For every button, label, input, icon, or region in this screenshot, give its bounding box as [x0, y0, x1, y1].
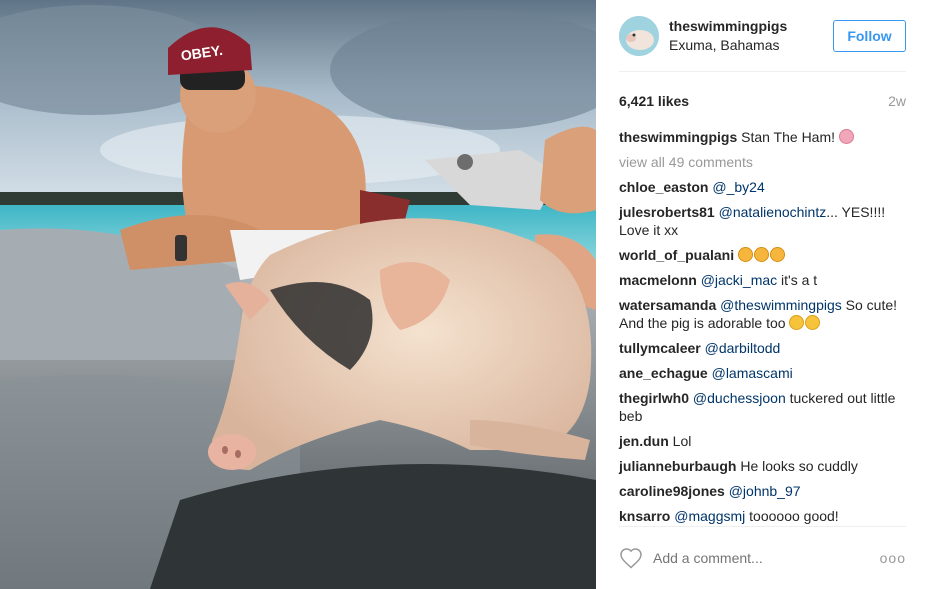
comment-user[interactable]: ane_echague [619, 365, 708, 381]
angry-face-emoji-icon [738, 247, 754, 262]
comment-user[interactable]: tullymcaleer [619, 340, 701, 356]
comment-item: macmelonn @jacki_mac it's a t [619, 271, 906, 289]
comments-list: theswimmingpigs Stan The Ham! view all 4… [619, 128, 906, 525]
comment-item: watersamanda @theswimmingpigs So cute! A… [619, 296, 906, 332]
comment-text: Lol [672, 433, 692, 449]
post-author[interactable]: theswimmingpigs [669, 17, 833, 36]
caption-author[interactable]: theswimmingpigs [619, 129, 737, 145]
comment-user[interactable]: jen.dun [619, 433, 669, 449]
comment-user[interactable]: knsarro [619, 508, 670, 524]
post-image: OBEY. [0, 0, 596, 589]
comment-text: it's a t [777, 272, 818, 288]
comment-user[interactable]: macmelonn [619, 272, 697, 288]
comment-item: julesroberts81 @natalienochintz... YES!!… [619, 203, 906, 239]
view-all-comments[interactable]: view all 49 comments [619, 153, 906, 171]
post-photo[interactable]: OBEY. [0, 0, 596, 589]
comment-item: ane_echague @lamascami [619, 364, 906, 382]
angry-face-emoji-icon [770, 247, 786, 262]
comment-mention[interactable]: @jacki_mac [701, 272, 777, 288]
pig-avatar-icon[interactable] [619, 15, 659, 56]
caption: theswimmingpigs Stan The Ham! [619, 128, 906, 146]
relieved-face-emoji-icon [789, 315, 805, 330]
comment-text: He looks so cuddly [740, 458, 858, 474]
heart-icon[interactable] [619, 547, 643, 569]
comment-mention[interactable]: @johnb_97 [729, 483, 801, 499]
comment-user[interactable]: world_of_pualani [619, 247, 734, 263]
comment-footer: ooo [619, 526, 906, 589]
comment-item: thegirlwh0 @duchessjoon tuckered out lit… [619, 389, 906, 425]
relieved-face-emoji-icon [805, 315, 821, 330]
comment-item: caroline98jones @johnb_97 [619, 482, 906, 500]
comment-item: jen.dun Lol [619, 432, 906, 450]
angry-face-emoji-icon [754, 247, 770, 262]
comment-mention[interactable]: @_by24 [712, 179, 764, 195]
caption-text: Stan The Ham! [741, 129, 839, 145]
comment-item: tullymcaleer @darbiltodd [619, 339, 906, 357]
comment-text: toooooo good! [745, 508, 839, 524]
more-options-icon[interactable]: ooo [880, 550, 906, 566]
comment-user[interactable]: julianneburbaugh [619, 458, 736, 474]
comment-item: world_of_pualani [619, 246, 906, 264]
post-header: theswimmingpigs Exuma, Bahamas Follow [619, 0, 906, 72]
comment-mention[interactable]: @lamascami [712, 365, 793, 381]
comment-user[interactable]: chloe_easton [619, 179, 708, 195]
post-time[interactable]: 2w [888, 93, 906, 109]
instagram-post: OBEY. theswimmingpigs Exuma, Bahamas Fol… [0, 0, 929, 589]
comment-mention[interactable]: @duchessjoon [693, 390, 786, 406]
likes-count[interactable]: 6,421 likes [619, 93, 689, 109]
stats-row: 6,421 likes 2w [619, 72, 906, 128]
comment-item: knsarro @maggsmj toooooo good! [619, 507, 906, 525]
comment-item: chloe_easton @_by24 [619, 178, 906, 196]
follow-button[interactable]: Follow [833, 19, 906, 52]
comment-user[interactable]: caroline98jones [619, 483, 725, 499]
pig-face-emoji-icon [838, 129, 854, 144]
comment-user[interactable]: julesroberts81 [619, 204, 715, 220]
post-panel: theswimmingpigs Exuma, Bahamas Follow 6,… [596, 0, 929, 589]
comment-item: julianneburbaugh He looks so cuddly [619, 457, 906, 475]
add-comment-input[interactable] [653, 550, 880, 566]
comment-mention[interactable]: @darbiltodd [705, 340, 781, 356]
comment-user[interactable]: thegirlwh0 [619, 390, 689, 406]
comment-mention[interactable]: @natalienochintz [719, 204, 827, 220]
comment-mention[interactable]: @theswimmingpigs [720, 297, 842, 313]
comment-mention[interactable]: @maggsmj [674, 508, 745, 524]
comment-user[interactable]: watersamanda [619, 297, 716, 313]
post-location[interactable]: Exuma, Bahamas [669, 36, 833, 55]
